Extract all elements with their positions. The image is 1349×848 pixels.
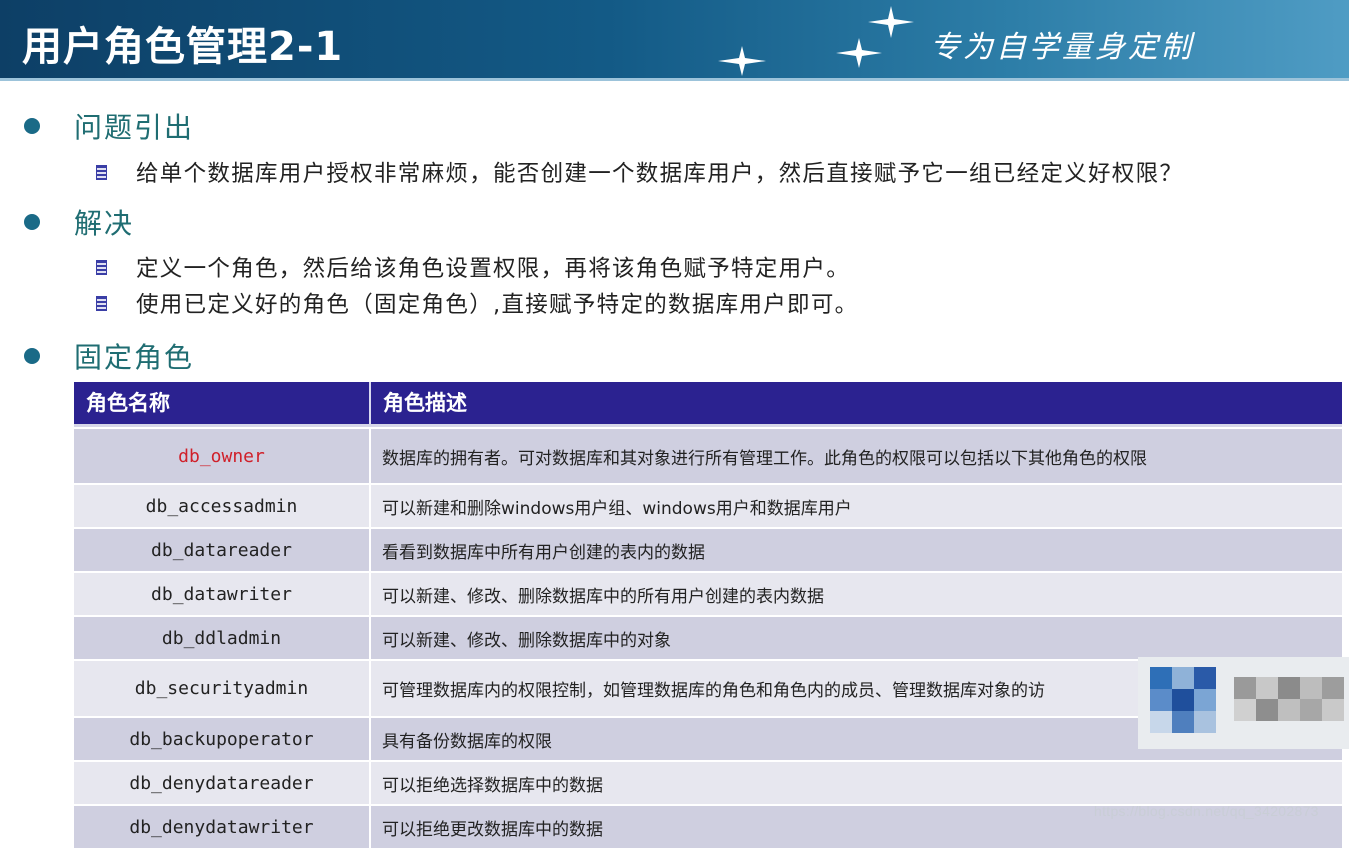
pixelated-overlay (1138, 657, 1349, 749)
role-name-cell: db_backupoperator (129, 728, 314, 750)
role-name-cell: db_datawriter (151, 583, 292, 605)
role-name-cell: db_accessadmin (145, 495, 298, 517)
role-desc-cell: 数据库的拥有者。可对数据库和其对象进行所有管理工作。此角色的权限可以包括以下其他… (382, 448, 1147, 469)
square-bullet-icon (96, 259, 107, 275)
column-header-role-name: 角色名称 (86, 391, 170, 415)
column-divider (369, 573, 371, 615)
slogan-text: 专为自学量身定制 (930, 30, 1194, 65)
bullet-heading-problem: 问题引出 (24, 106, 194, 146)
heading-text: 解决 (74, 207, 135, 240)
watermark-text: https://blog.csdn.net/qq_34202873 (1094, 803, 1319, 819)
slide-title: 用户角色管理2-1 (22, 24, 344, 70)
sub-bullet-text: 给单个数据库用户授权非常麻烦，能否创建一个数据库用户，然后直接赋予它一组已经定义… (136, 161, 1184, 187)
column-divider (369, 718, 371, 760)
column-divider (369, 617, 371, 659)
slide-header-banner: 用户角色管理2-1 专为自学量身定制 (0, 0, 1349, 78)
sub-bullet-text: 使用已定义好的角色（固定角色）,直接赋予特定的数据库用户即可。 (136, 292, 859, 318)
table-row: db_owner 数据库的拥有者。可对数据库和其对象进行所有管理工作。此角色的权… (74, 427, 1342, 483)
bullet-heading-solution: 解决 (24, 202, 134, 242)
table-row: db_datareader 看看到数据库中所有用户创建的表内的数据 (74, 527, 1342, 571)
role-desc-cell: 看看到数据库中所有用户创建的表内的数据 (382, 542, 705, 563)
heading-text: 问题引出 (74, 111, 195, 144)
role-desc-cell: 可以拒绝选择数据库中的数据 (382, 775, 603, 796)
square-bullet-icon (96, 164, 107, 180)
column-divider (369, 806, 371, 848)
column-divider (369, 661, 371, 716)
table-row: db_denydatareader 可以拒绝选择数据库中的数据 (74, 760, 1342, 804)
role-name-cell: db_denydatawriter (129, 816, 314, 838)
sub-bullet-text: 定义一个角色，然后给该角色设置权限，再将该角色赋予特定用户。 (136, 256, 851, 282)
role-desc-cell: 可以新建、修改、删除数据库中的对象 (382, 630, 671, 651)
column-divider (369, 762, 371, 804)
header-divider (0, 78, 1349, 81)
role-name-cell: db_owner (178, 445, 265, 467)
column-divider (369, 382, 371, 424)
role-desc-cell: 可以新建、修改、删除数据库中的所有用户创建的表内数据 (382, 586, 824, 607)
role-name-cell: db_ddladmin (161, 627, 282, 649)
sub-bullet-item: 定义一个角色，然后给该角色设置权限，再将该角色赋予特定用户。 (96, 252, 850, 282)
role-name-cell: db_datareader (151, 539, 292, 561)
square-bullet-icon (96, 295, 107, 311)
column-divider (369, 529, 371, 571)
column-divider (369, 485, 371, 527)
bullet-dot-icon (24, 348, 40, 364)
table-row: db_ddladmin 可以新建、修改、删除数据库中的对象 (74, 615, 1342, 659)
table-row: db_accessadmin 可以新建和删除windows用户组、windows… (74, 483, 1342, 527)
sub-bullet-item: 给单个数据库用户授权非常麻烦，能否创建一个数据库用户，然后直接赋予它一组已经定义… (96, 157, 1183, 187)
role-name-cell: db_securityadmin (134, 678, 309, 699)
bullet-dot-icon (24, 214, 40, 230)
column-divider (369, 429, 371, 483)
sparkle-star-icon (836, 38, 882, 68)
bullet-heading-fixed-roles: 固定角色 (24, 336, 194, 376)
sub-bullet-item: 使用已定义好的角色（固定角色）,直接赋予特定的数据库用户即可。 (96, 288, 858, 318)
bullet-dot-icon (24, 118, 40, 134)
table-header: 角色名称 角色描述 (74, 382, 1342, 427)
column-header-role-desc: 角色描述 (383, 391, 467, 415)
table-row: db_datawriter 可以新建、修改、删除数据库中的所有用户创建的表内数据 (74, 571, 1342, 615)
sparkle-star-icon (718, 46, 766, 76)
sparkle-star-icon (868, 6, 914, 38)
role-desc-cell: 可以新建和删除windows用户组、windows用户和数据库用户 (382, 498, 852, 519)
heading-text: 固定角色 (74, 341, 195, 374)
role-name-cell: db_denydatareader (129, 772, 314, 794)
